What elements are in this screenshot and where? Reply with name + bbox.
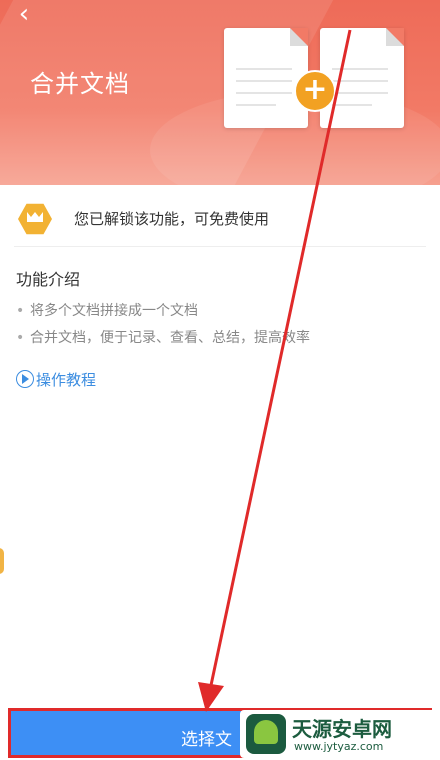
watermark-title: 天源安卓网 xyxy=(292,717,392,741)
watermark: 天源安卓网 www.jytyaz.com xyxy=(240,710,438,758)
annotation-arrow xyxy=(198,29,352,712)
watermark-url: www.jytyaz.com xyxy=(294,740,384,753)
android-logo-icon xyxy=(246,714,286,754)
